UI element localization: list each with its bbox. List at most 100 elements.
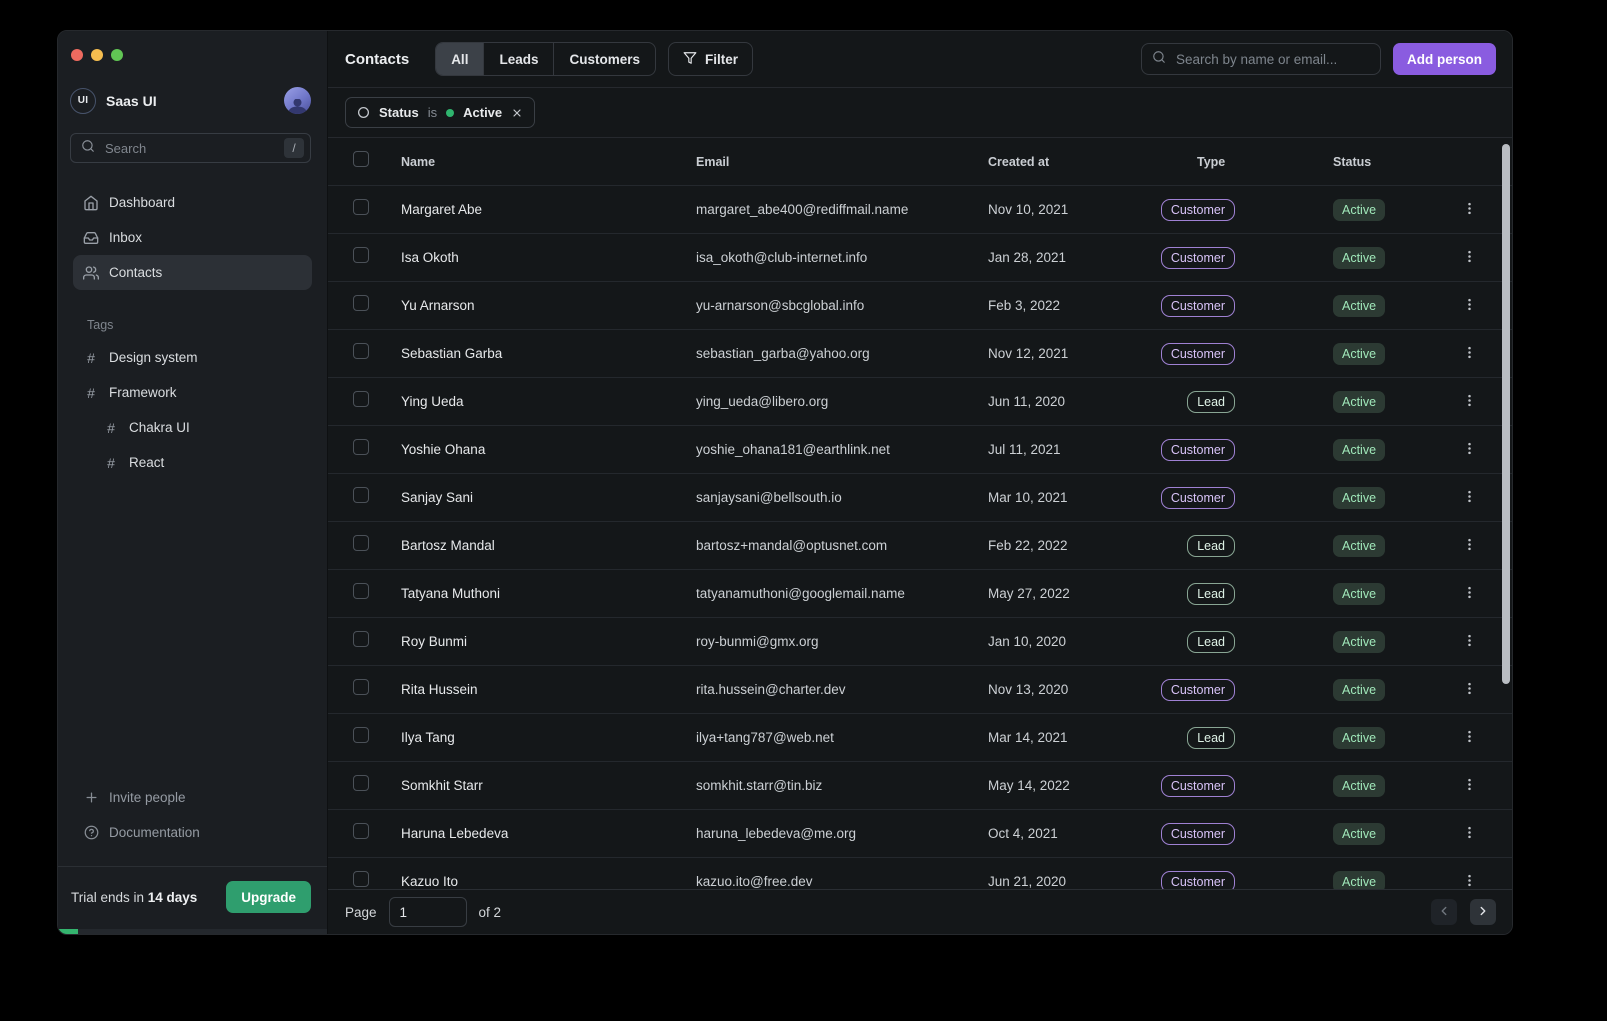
- kebab-menu-icon: [1462, 249, 1477, 267]
- row-menu-button[interactable]: [1455, 820, 1483, 848]
- status-filter-chip[interactable]: Status is Active: [345, 97, 535, 128]
- tag-list: # Design system # Framework # Chakra UI …: [73, 340, 312, 480]
- sidebar-tag-item[interactable]: # Chakra UI: [73, 410, 312, 445]
- row-checkbox[interactable]: [353, 439, 369, 455]
- sidebar-tag-item[interactable]: # Framework: [73, 375, 312, 410]
- row-checkbox[interactable]: [353, 775, 369, 791]
- contact-created-at: Jun 21, 2020: [988, 874, 1164, 889]
- row-menu-button[interactable]: [1455, 196, 1483, 224]
- page-number-input[interactable]: [389, 897, 467, 927]
- tab-all[interactable]: All: [436, 43, 484, 75]
- upgrade-button[interactable]: Upgrade: [226, 881, 311, 913]
- minimize-window-button[interactable]: [91, 49, 103, 61]
- trial-row: Trial ends in 14 days Upgrade: [58, 867, 327, 929]
- row-checkbox[interactable]: [353, 631, 369, 647]
- footer-link-label: Invite people: [109, 790, 186, 805]
- contact-created-at: Nov 10, 2021: [988, 202, 1164, 217]
- maximize-window-button[interactable]: [111, 49, 123, 61]
- tag-label: Framework: [109, 385, 177, 400]
- row-checkbox[interactable]: [353, 391, 369, 407]
- row-checkbox[interactable]: [353, 583, 369, 599]
- tab-leads[interactable]: Leads: [484, 43, 554, 75]
- row-checkbox[interactable]: [353, 199, 369, 215]
- select-all-checkbox[interactable]: [353, 151, 369, 167]
- contacts-search-input[interactable]: [1174, 51, 1370, 68]
- row-menu-button[interactable]: [1455, 628, 1483, 656]
- table-header: Name Email Created at Type Status: [328, 138, 1512, 185]
- sidebar-footer-link[interactable]: Invite people: [73, 780, 312, 815]
- contact-created-at: May 14, 2022: [988, 778, 1164, 793]
- row-checkbox[interactable]: [353, 247, 369, 263]
- close-window-button[interactable]: [71, 49, 83, 61]
- row-checkbox[interactable]: [353, 727, 369, 743]
- contact-created-at: May 27, 2022: [988, 586, 1164, 601]
- row-menu-button[interactable]: [1455, 580, 1483, 608]
- contact-name: Roy Bunmi: [401, 634, 696, 649]
- avatar-silhouette: [287, 99, 308, 114]
- row-checkbox[interactable]: [353, 823, 369, 839]
- sidebar-tag-item[interactable]: # Design system: [73, 340, 312, 375]
- column-header-created-at[interactable]: Created at: [988, 155, 1164, 169]
- column-header-type[interactable]: Type: [1164, 155, 1333, 169]
- inbox-icon: [83, 230, 99, 246]
- row-menu-button[interactable]: [1455, 724, 1483, 752]
- add-person-button[interactable]: Add person: [1393, 43, 1496, 75]
- contact-created-at: Mar 14, 2021: [988, 730, 1164, 745]
- row-menu-button[interactable]: [1455, 292, 1483, 320]
- row-checkbox[interactable]: [353, 487, 369, 503]
- contact-created-at: Feb 3, 2022: [988, 298, 1164, 313]
- row-checkbox[interactable]: [353, 871, 369, 887]
- sidebar-search-input[interactable]: [103, 140, 276, 157]
- row-menu-button[interactable]: [1455, 676, 1483, 704]
- type-badge: Lead: [1187, 583, 1235, 605]
- tab-customers[interactable]: Customers: [554, 43, 655, 75]
- row-menu-button[interactable]: [1455, 484, 1483, 512]
- previous-page-button[interactable]: [1431, 899, 1457, 925]
- row-menu-button[interactable]: [1455, 436, 1483, 464]
- row-menu-button[interactable]: [1455, 532, 1483, 560]
- row-menu-button[interactable]: [1455, 244, 1483, 272]
- type-badge: Customer: [1161, 775, 1235, 797]
- next-page-button[interactable]: [1470, 899, 1496, 925]
- row-menu-button[interactable]: [1455, 772, 1483, 800]
- row-menu-button[interactable]: [1455, 340, 1483, 368]
- contacts-search[interactable]: [1141, 43, 1381, 75]
- column-header-status[interactable]: Status: [1333, 155, 1455, 169]
- sidebar-item-inbox[interactable]: Inbox: [73, 220, 312, 255]
- type-badge: Customer: [1161, 343, 1235, 365]
- type-badge: Customer: [1161, 247, 1235, 269]
- row-checkbox[interactable]: [353, 535, 369, 551]
- type-badge: Customer: [1161, 295, 1235, 317]
- status-badge: Active: [1333, 583, 1385, 605]
- status-badge: Active: [1333, 727, 1385, 749]
- column-header-email[interactable]: Email: [696, 155, 988, 169]
- sidebar-item-contacts[interactable]: Contacts: [73, 255, 312, 290]
- sidebar-item-dashboard[interactable]: Dashboard: [73, 185, 312, 220]
- contact-email: ying_ueda@libero.org: [696, 394, 988, 409]
- contact-email: roy-bunmi@gmx.org: [696, 634, 988, 649]
- row-menu-button[interactable]: [1455, 388, 1483, 416]
- brand-name: Saas UI: [106, 93, 157, 109]
- row-checkbox[interactable]: [353, 679, 369, 695]
- sidebar-tag-item[interactable]: # React: [73, 445, 312, 480]
- column-header-name[interactable]: Name: [401, 155, 696, 169]
- user-avatar[interactable]: [284, 87, 311, 114]
- filter-button[interactable]: Filter: [668, 42, 753, 76]
- sidebar-search[interactable]: /: [70, 133, 311, 163]
- remove-filter-icon[interactable]: [511, 107, 523, 119]
- contact-name: Ying Ueda: [401, 394, 696, 409]
- sidebar-footer-link[interactable]: Documentation: [73, 815, 312, 850]
- sidebar-nav: Dashboard Inbox Contacts: [73, 185, 312, 290]
- row-checkbox[interactable]: [353, 295, 369, 311]
- status-circle-icon: [357, 106, 370, 119]
- status-badge: Active: [1333, 679, 1385, 701]
- row-checkbox[interactable]: [353, 343, 369, 359]
- status-badge: Active: [1333, 631, 1385, 653]
- contact-created-at: Jan 28, 2021: [988, 250, 1164, 265]
- contact-created-at: Jan 10, 2020: [988, 634, 1164, 649]
- contact-email: haruna_lebedeva@me.org: [696, 826, 988, 841]
- scrollbar-thumb[interactable]: [1502, 144, 1510, 684]
- contact-email: isa_okoth@club-internet.info: [696, 250, 988, 265]
- contact-created-at: Nov 12, 2021: [988, 346, 1164, 361]
- type-badge: Lead: [1187, 727, 1235, 749]
